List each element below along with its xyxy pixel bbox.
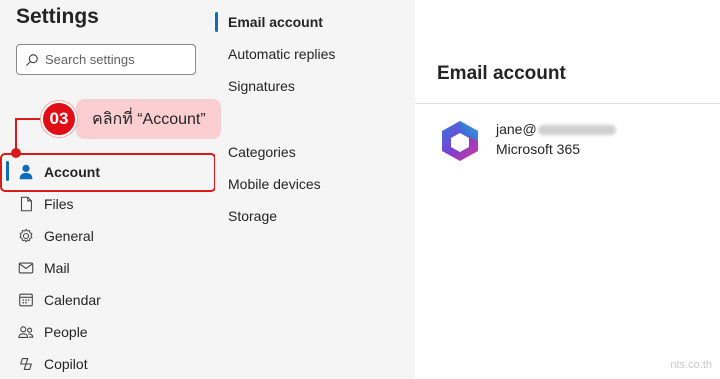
account-email: jane@ <box>496 121 616 137</box>
submenu-item-automatic-replies[interactable]: Automatic replies <box>228 46 335 62</box>
sidebar-item-label: General <box>44 228 94 244</box>
mail-icon <box>16 258 36 278</box>
copilot-icon <box>16 354 36 374</box>
sidebar-item-label: People <box>44 324 88 340</box>
file-icon <box>16 194 36 214</box>
submenu-item-mobile-devices[interactable]: Mobile devices <box>228 176 321 192</box>
sidebar-item-copilot[interactable]: Copilot <box>0 348 215 379</box>
settings-submenu-pane: Email account Automatic replies Signatur… <box>215 0 415 379</box>
panel-title: Email account <box>437 63 566 84</box>
step-badge: 03 <box>41 101 77 137</box>
sidebar-item-files[interactable]: Files <box>0 188 215 220</box>
gear-icon <box>16 226 36 246</box>
sidebar-item-general[interactable]: General <box>0 220 215 252</box>
sidebar-item-label: Calendar <box>44 292 101 308</box>
microsoft-365-logo <box>442 121 478 161</box>
account-type: Microsoft 365 <box>496 141 581 157</box>
sidebar-item-label: Copilot <box>44 356 88 372</box>
submenu-selected-indicator <box>215 12 218 32</box>
callout-connector <box>16 118 42 120</box>
email-account-panel: Email account jane@ Microsoft 365 nts.co… <box>415 0 720 379</box>
submenu-item-storage[interactable]: Storage <box>228 208 277 224</box>
email-prefix: jane@ <box>496 121 537 137</box>
divider <box>415 103 720 104</box>
search-icon <box>26 53 38 66</box>
sidebar-item-calendar[interactable]: Calendar <box>0 284 215 316</box>
callout-connector-dot <box>11 148 21 158</box>
sidebar-item-mail[interactable]: Mail <box>0 252 215 284</box>
settings-title: Settings <box>16 5 99 28</box>
email-redacted <box>537 125 616 136</box>
sidebar-item-label: Files <box>44 196 74 212</box>
submenu-item-signatures[interactable]: Signatures <box>228 78 295 94</box>
sidebar-item-label: Mail <box>44 260 70 276</box>
submenu-item-email-account[interactable]: Email account <box>228 14 323 30</box>
highlight-box <box>0 153 216 192</box>
step-callout: คลิกที่ “Account” <box>76 99 221 139</box>
callout-text: คลิกที่ “Account” <box>92 110 206 128</box>
watermark: nts.co.th <box>670 359 712 371</box>
settings-nav-pane: Settings Account Files General Mail Cale… <box>0 0 216 379</box>
people-icon <box>16 322 36 342</box>
search-settings-box[interactable] <box>16 44 196 75</box>
submenu-item-categories[interactable]: Categories <box>228 144 296 160</box>
sidebar-item-people[interactable]: People <box>0 316 215 348</box>
calendar-icon <box>16 290 36 310</box>
search-input[interactable] <box>45 52 185 67</box>
